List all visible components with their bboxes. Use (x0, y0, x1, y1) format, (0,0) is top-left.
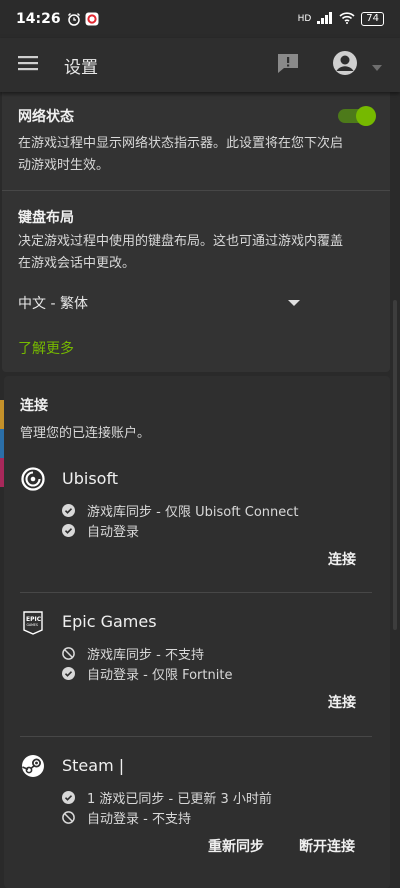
ubisoft-icon (20, 466, 46, 492)
steam-disconnect-button[interactable]: 断开连接 (299, 836, 355, 856)
feature-item: 自动登录 - 不支持 (62, 808, 191, 827)
keyboard-layout-selected: 中文 - 繁体 (18, 296, 88, 312)
keyboard-layout-dropdown[interactable]: 中文 - 繁体 (18, 290, 302, 316)
feature-item: 自动登录 - 仅限 Fortnite (62, 664, 232, 683)
signal-icon (317, 11, 333, 27)
wifi-icon (339, 11, 355, 27)
check-circle-icon (62, 504, 75, 517)
check-circle-icon (62, 791, 75, 804)
epic-games-icon: EPIC GAMES (20, 610, 46, 636)
status-time: 14:26 (16, 11, 61, 27)
account-divider (20, 736, 372, 737)
svg-text:EPIC: EPIC (26, 616, 42, 623)
account-menu-chevron-icon[interactable] (372, 56, 382, 75)
account-name-epic-games: Epic Games (62, 612, 157, 631)
connections-title: 连接 (20, 398, 48, 414)
app-notification-icon (85, 12, 99, 26)
network-status-toggle[interactable] (338, 106, 376, 126)
feature-item: 1 游戏已同步 - 已更新 3 小时前 (62, 788, 272, 807)
connections-description: 管理您的已连接账户。 (20, 426, 151, 441)
battery-indicator: 74 (361, 12, 384, 26)
network-status-title: 网络状态 (18, 109, 74, 125)
blocked-icon (62, 811, 75, 824)
account-avatar-icon[interactable] (332, 50, 358, 80)
check-circle-icon (62, 524, 75, 537)
section-divider (2, 190, 390, 191)
epic-games-connect-button[interactable]: 连接 (328, 692, 356, 712)
status-bar: 14:26 HD 74 (0, 0, 400, 38)
network-type-label: HD (297, 14, 312, 24)
scrollbar[interactable] (393, 300, 397, 630)
svg-text:GAMES: GAMES (27, 623, 38, 627)
account-divider (20, 592, 372, 593)
alarm-clock-icon (67, 12, 81, 26)
ubisoft-connect-button[interactable]: 连接 (328, 549, 356, 569)
keyboard-layout-title: 键盘布局 (18, 210, 74, 226)
feature-item: 游戏库同步 - 不支持 (62, 644, 204, 663)
feedback-icon[interactable] (276, 52, 300, 78)
learn-more-link[interactable]: 了解更多 (18, 338, 74, 358)
dropdown-arrow-icon (288, 300, 300, 306)
feature-item: 自动登录 (62, 521, 139, 540)
check-circle-icon (62, 667, 75, 680)
account-name-ubisoft: Ubisoft (62, 469, 119, 488)
feature-item: 游戏库同步 - 仅限 Ubisoft Connect (62, 501, 299, 520)
network-status-description: 在游戏过程中显示网络状态指示器。此设置将在您下次启 动游戏时生效。 (18, 136, 344, 173)
account-name-steam: Steam | (62, 756, 125, 775)
steam-icon (20, 753, 46, 779)
blocked-icon (62, 647, 75, 660)
menu-icon[interactable] (18, 55, 38, 75)
steam-resync-button[interactable]: 重新同步 (208, 836, 264, 856)
page-title: 设置 (64, 57, 98, 78)
keyboard-layout-description: 决定游戏过程中使用的键盘布局。这也可通过游戏内覆盖 在游戏会话中更改。 (18, 234, 344, 271)
app-bar: 设置 (0, 38, 400, 92)
